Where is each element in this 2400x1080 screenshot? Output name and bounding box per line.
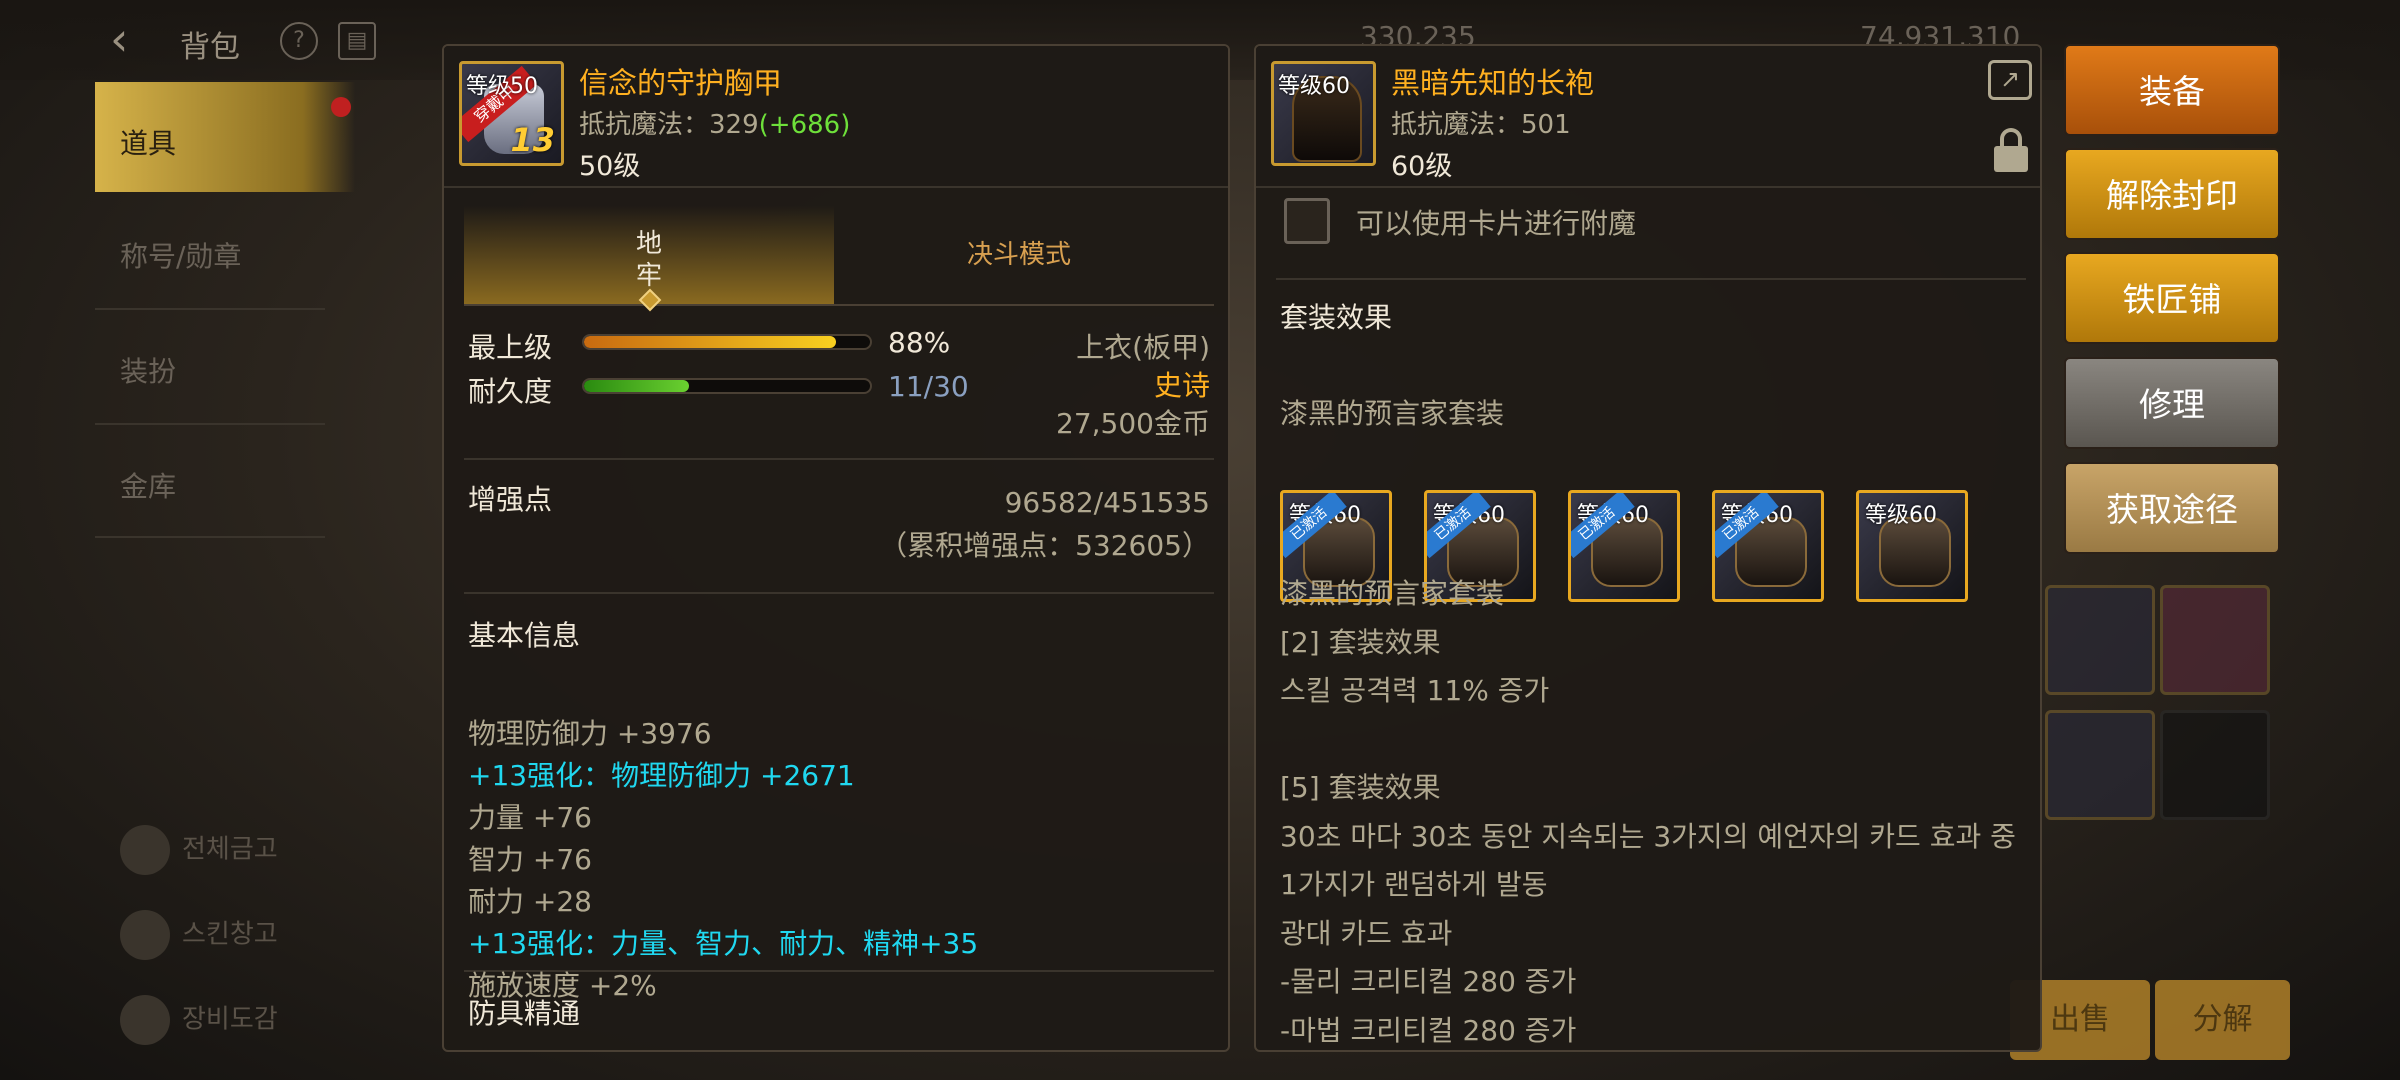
stat-line: +13强化：物理防御力 +2671 (468, 759, 855, 792)
cumulative-enhance-points: （累积增强点：532605） (879, 529, 1210, 562)
sidebar: 道具 称号/勋章 装扮 金库 전체금고 스킨창고 장비도감 (95, 80, 355, 1080)
card-enchant-text: 可以使用卡片进行附魔 (1356, 207, 1637, 240)
top-grade-value: 88% (888, 326, 951, 359)
magic-resist: 抵抗魔法：329(+686) (579, 110, 851, 140)
price: 27,500金币 (1056, 407, 1210, 440)
stat-line: 力量 +76 (468, 801, 592, 834)
tab-indicator (638, 288, 662, 312)
sidebar-item-vault[interactable]: 金库 (95, 425, 355, 535)
lock-body (1994, 146, 2028, 172)
item-icon: 等级60 (1271, 61, 1376, 166)
sidebar-divider (95, 536, 325, 538)
sidebar-item-label: 金库 (120, 470, 177, 503)
durability-value: 11/30 (888, 370, 969, 403)
collection-icon (120, 995, 170, 1045)
slot-type: 上衣(板甲) (1076, 331, 1210, 364)
obtain-source-button[interactable]: 获取途径 (2064, 462, 2280, 554)
durability-bar (582, 378, 872, 394)
lock-icon[interactable] (1994, 128, 2028, 172)
help-icon[interactable]: ? (280, 22, 318, 60)
set-effect-title: 套装效果 (1280, 301, 1393, 334)
mode-tabs: 地牢 决斗模式 (464, 206, 1214, 312)
sidebar-item-items[interactable]: 道具 (95, 82, 355, 192)
top-grade-fill (584, 336, 836, 348)
item-level-tag: 等级50 (466, 74, 538, 99)
set-item-level: 等级60 (1865, 503, 1937, 528)
inventory-slot[interactable] (2045, 710, 2155, 820)
item-icon: 穿戴中 等级50 13 (459, 61, 564, 166)
notification-dot (331, 97, 351, 117)
repair-button[interactable]: 修理 (2064, 357, 2280, 449)
equip-button[interactable]: 装备 (2064, 44, 2280, 136)
blacksmith-button[interactable]: 铁匠铺 (2064, 252, 2280, 344)
inventory-slot[interactable] (2045, 585, 2155, 695)
set-effect-line: -마법 크리티컬 280 증가 (1280, 1013, 1577, 1047)
set-effect-line: 광대 카드 효과 (1280, 916, 1453, 950)
share-icon[interactable]: ↗ (1988, 60, 2032, 100)
back-arrow-icon[interactable]: ‹ (110, 14, 170, 64)
durability-label: 耐久度 (468, 375, 553, 408)
section-divider (1276, 278, 2026, 280)
set-item-icon[interactable]: 等级60已激活 (1568, 490, 1680, 602)
sidebar-item-titles[interactable]: 称号/勋章 (95, 195, 355, 305)
stat-line: +13强化：力量、智力、耐力、精神+35 (468, 927, 979, 960)
item-name: 信念的守护胸甲 (579, 66, 783, 100)
sidebar-bottom-item[interactable]: 스킨창고 (120, 910, 278, 960)
vault-icon (120, 825, 170, 875)
skin-storage-icon (120, 910, 170, 960)
tab-label: 地牢 (635, 229, 662, 291)
inventory-slot[interactable] (2160, 710, 2270, 820)
top-grade-bar (582, 334, 872, 350)
tab-pvp[interactable]: 决斗模式 (834, 206, 1204, 304)
sidebar-item-label: 称号/勋章 (120, 240, 242, 273)
item-level: 60级 (1391, 151, 1453, 182)
set-effect-line: 30초 마다 30초 동안 지속되는 3가지의 예언자의 카드 효과 중 (1280, 819, 2016, 853)
item-name: 黑暗先知的长袍 (1391, 66, 1595, 100)
set-effect-line: [5] 套装效果 (1280, 771, 1441, 804)
set-effect-line: -물리 크리티컬 280 증가 (1280, 965, 1577, 998)
stat-line: 耐力 +28 (468, 885, 592, 918)
set-name: 漆黑的预言家套装 (1280, 397, 1505, 430)
sidebar-item-avatar[interactable]: 装扮 (95, 310, 355, 420)
enhance-points-value: 96582/451535 (1004, 486, 1210, 519)
set-item-icon[interactable]: 等级60 (1856, 490, 1968, 602)
disassemble-button[interactable]: 分解 (2155, 980, 2290, 1060)
item-level-tag: 等级60 (1278, 74, 1350, 99)
item-header: 穿戴中 等级50 13 信念的守护胸甲 抵抗魔法：329(+686) 50级 (444, 46, 1228, 188)
top-grade-label: 最上级 (468, 331, 553, 364)
set-effect-line: 스킬 공격력 11% 증가 (1280, 674, 1550, 707)
stat-line: 智力 +76 (468, 843, 592, 876)
rarity: 史诗 (1153, 369, 1210, 402)
unseal-button[interactable]: 解除封印 (2064, 148, 2280, 240)
card-slot-icon (1284, 198, 1330, 244)
lock-shackle (2000, 128, 2022, 148)
sidebar-bottom-item[interactable]: 전체금고 (120, 825, 278, 875)
section-divider (464, 458, 1214, 460)
page-title: 背包 (180, 30, 240, 65)
sidebar-item-label: 道具 (120, 127, 177, 160)
magic-resist: 抵抗魔法：501 (1391, 110, 1571, 140)
set-effect-line: [2] 套装效果 (1280, 625, 1441, 659)
sidebar-item-label: 装扮 (120, 355, 177, 388)
filter-icon[interactable]: ▤ (338, 22, 376, 60)
magic-resist-bonus: (+686) (758, 110, 851, 140)
stat-line: 施放速度 +2% (468, 969, 657, 1002)
durability-fill (584, 380, 689, 392)
inventory-slot[interactable] (2160, 585, 2270, 695)
section-divider (464, 592, 1214, 594)
stat-line: 物理防御力 +3976 (468, 717, 712, 750)
compare-item-panel: 等级60 黑暗先知的长袍 抵抗魔法：501 60级 ↗ 可以使用卡片进行附魔 套… (1254, 44, 2042, 1052)
set-effect-line: 1가지가 랜덤하게 발동 (1280, 868, 1548, 901)
tab-dungeon[interactable]: 地牢 (464, 206, 834, 312)
item-header: 等级60 黑暗先知的长袍 抵抗魔法：501 60级 ↗ (1256, 46, 2040, 188)
sidebar-bottom-item[interactable]: 장비도감 (120, 995, 278, 1045)
item-level: 50级 (579, 151, 641, 182)
set-effect-line: 漆黑的预言家套装 (1280, 577, 1505, 610)
set-item-icon[interactable]: 等级60已激活 (1712, 490, 1824, 602)
equipped-item-panel: 穿戴中 等级50 13 信念的守护胸甲 抵抗魔法：329(+686) 50级 地… (442, 44, 1230, 1052)
enhance-level: 13 (510, 121, 555, 159)
basic-info-title: 基本信息 (468, 619, 581, 652)
enhance-points-label: 增强点 (468, 483, 553, 516)
